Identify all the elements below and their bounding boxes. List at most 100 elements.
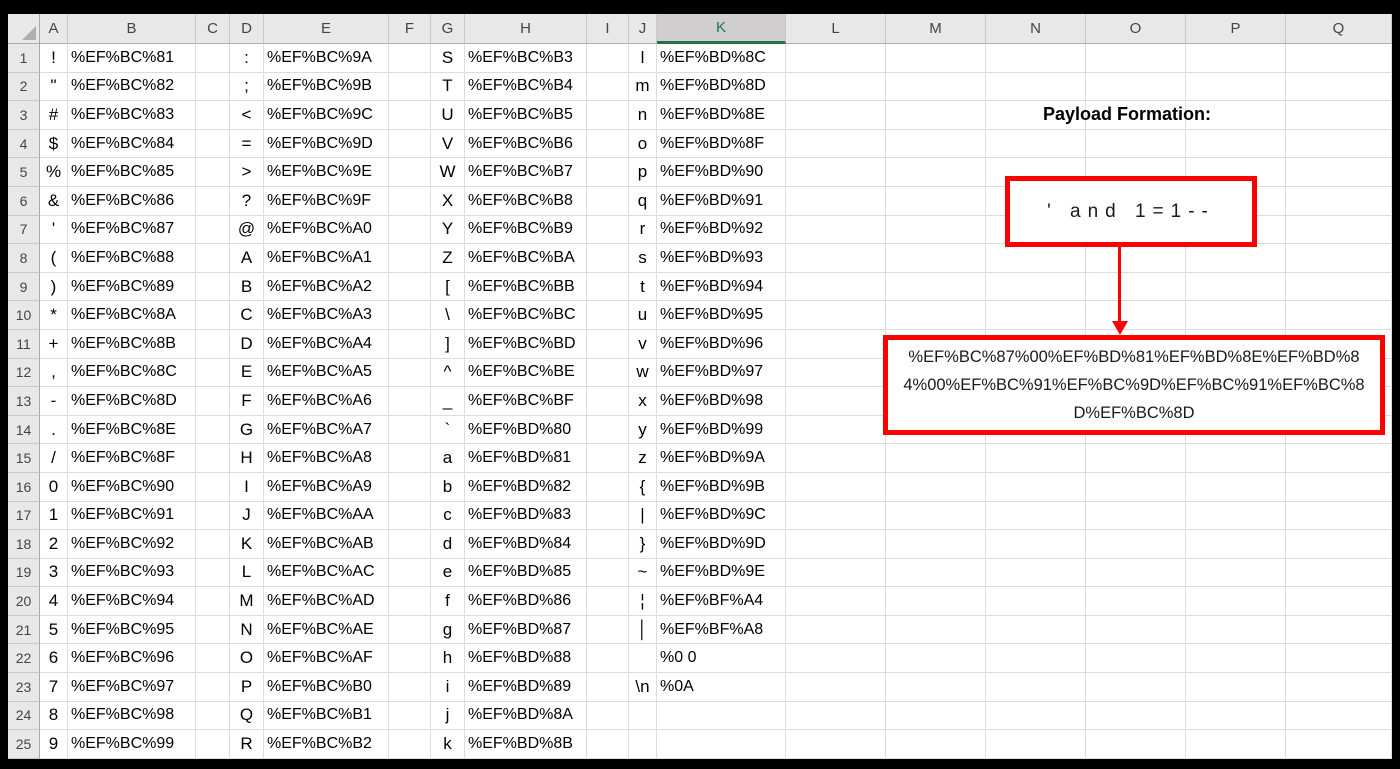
cell-O17[interactable] <box>1086 501 1186 531</box>
cell-H8[interactable]: %EF%BC%BA <box>465 244 587 273</box>
cell-D15[interactable]: H <box>230 444 264 473</box>
cell-H1[interactable]: %EF%BC%B3 <box>465 44 587 73</box>
cell-O16[interactable] <box>1086 472 1186 502</box>
row-header-14[interactable]: 14 <box>8 415 40 445</box>
row-header-13[interactable]: 13 <box>8 387 40 416</box>
cell-F5[interactable] <box>389 158 431 187</box>
cell-K16[interactable]: %EF%BD%9B <box>657 472 786 502</box>
cell-E5[interactable]: %EF%BC%9E <box>264 158 389 187</box>
cell-H22[interactable]: %EF%BD%88 <box>465 644 587 674</box>
cell-I5[interactable] <box>587 158 629 187</box>
cell-J14[interactable]: y <box>629 415 657 445</box>
cell-D14[interactable]: G <box>230 415 264 445</box>
cell-B17[interactable]: %EF%BC%91 <box>68 501 196 531</box>
cell-L19[interactable] <box>786 558 886 588</box>
cell-H20[interactable]: %EF%BD%86 <box>465 587 587 616</box>
cell-E16[interactable]: %EF%BC%A9 <box>264 472 389 502</box>
cell-E24[interactable]: %EF%BC%B1 <box>264 701 389 731</box>
cell-O25[interactable] <box>1086 730 1186 759</box>
cell-J21[interactable]: │ <box>629 615 657 645</box>
cell-J3[interactable]: n <box>629 101 657 130</box>
cell-A9[interactable]: ) <box>40 272 68 302</box>
cell-J6[interactable]: q <box>629 186 657 216</box>
row-header-12[interactable]: 12 <box>8 358 40 388</box>
cell-F7[interactable] <box>389 215 431 245</box>
cell-K17[interactable]: %EF%BD%9C <box>657 501 786 531</box>
cell-G19[interactable]: e <box>431 558 465 588</box>
cell-C20[interactable] <box>196 587 230 616</box>
cell-L23[interactable] <box>786 673 886 702</box>
cell-C1[interactable] <box>196 44 230 73</box>
cell-O20[interactable] <box>1086 587 1186 616</box>
cell-B18[interactable]: %EF%BC%92 <box>68 530 196 559</box>
cell-L14[interactable] <box>786 415 886 445</box>
row-header-22[interactable]: 22 <box>8 644 40 674</box>
cell-F3[interactable] <box>389 101 431 130</box>
cell-J16[interactable]: { <box>629 472 657 502</box>
cell-P10[interactable] <box>1186 301 1286 330</box>
cell-E15[interactable]: %EF%BC%A8 <box>264 444 389 473</box>
cell-M25[interactable] <box>886 730 986 759</box>
cell-I18[interactable] <box>587 530 629 559</box>
cell-F2[interactable] <box>389 72 431 102</box>
cell-A18[interactable]: 2 <box>40 530 68 559</box>
cell-E8[interactable]: %EF%BC%A1 <box>264 244 389 273</box>
cell-Q15[interactable] <box>1286 444 1392 473</box>
cell-K13[interactable]: %EF%BD%98 <box>657 387 786 416</box>
cell-G5[interactable]: W <box>431 158 465 187</box>
cell-A19[interactable]: 3 <box>40 558 68 588</box>
cell-D23[interactable]: P <box>230 673 264 702</box>
cell-F12[interactable] <box>389 358 431 388</box>
cell-F19[interactable] <box>389 558 431 588</box>
cell-B16[interactable]: %EF%BC%90 <box>68 472 196 502</box>
cell-I4[interactable] <box>587 129 629 159</box>
cell-F11[interactable] <box>389 329 431 359</box>
column-header-e[interactable]: E <box>264 14 389 44</box>
cell-C12[interactable] <box>196 358 230 388</box>
cell-F10[interactable] <box>389 301 431 330</box>
cell-H6[interactable]: %EF%BC%B8 <box>465 186 587 216</box>
cell-H21[interactable]: %EF%BD%87 <box>465 615 587 645</box>
cell-I17[interactable] <box>587 501 629 531</box>
cell-P21[interactable] <box>1186 615 1286 645</box>
cell-N20[interactable] <box>986 587 1086 616</box>
cell-E1[interactable]: %EF%BC%9A <box>264 44 389 73</box>
cell-D16[interactable]: I <box>230 472 264 502</box>
cell-J12[interactable]: w <box>629 358 657 388</box>
cell-C14[interactable] <box>196 415 230 445</box>
cell-C10[interactable] <box>196 301 230 330</box>
cell-H10[interactable]: %EF%BC%BC <box>465 301 587 330</box>
cell-L11[interactable] <box>786 329 886 359</box>
cell-A25[interactable]: 9 <box>40 730 68 759</box>
cell-M4[interactable] <box>886 129 986 159</box>
column-header-h[interactable]: H <box>465 14 587 44</box>
cell-N2[interactable] <box>986 72 1086 102</box>
cell-D6[interactable]: ? <box>230 186 264 216</box>
cell-B5[interactable]: %EF%BC%85 <box>68 158 196 187</box>
cell-D17[interactable]: J <box>230 501 264 531</box>
cell-G13[interactable]: _ <box>431 387 465 416</box>
cell-J22[interactable] <box>629 644 657 674</box>
cell-P23[interactable] <box>1186 673 1286 702</box>
cell-G23[interactable]: i <box>431 673 465 702</box>
cell-B21[interactable]: %EF%BC%95 <box>68 615 196 645</box>
column-header-d[interactable]: D <box>230 14 264 44</box>
cell-J9[interactable]: t <box>629 272 657 302</box>
cell-L1[interactable] <box>786 44 886 73</box>
cell-F8[interactable] <box>389 244 431 273</box>
cell-N21[interactable] <box>986 615 1086 645</box>
cell-D10[interactable]: C <box>230 301 264 330</box>
cell-F17[interactable] <box>389 501 431 531</box>
cell-F21[interactable] <box>389 615 431 645</box>
cell-Q21[interactable] <box>1286 615 1392 645</box>
cell-N23[interactable] <box>986 673 1086 702</box>
cell-B25[interactable]: %EF%BC%99 <box>68 730 196 759</box>
row-header-1[interactable]: 1 <box>8 44 40 73</box>
cell-A14[interactable]: . <box>40 415 68 445</box>
cell-B19[interactable]: %EF%BC%93 <box>68 558 196 588</box>
cell-D21[interactable]: N <box>230 615 264 645</box>
row-header-19[interactable]: 19 <box>8 558 40 588</box>
cell-K3[interactable]: %EF%BD%8E <box>657 101 786 130</box>
cell-E9[interactable]: %EF%BC%A2 <box>264 272 389 302</box>
cell-G4[interactable]: V <box>431 129 465 159</box>
